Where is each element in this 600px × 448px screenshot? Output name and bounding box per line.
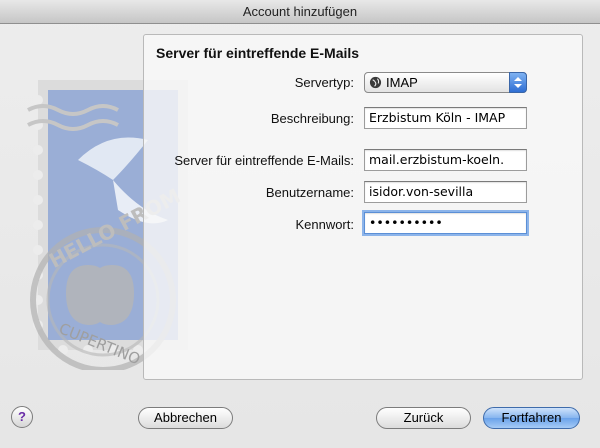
- account-dialog-window: Account hinzufügen HELLO FROM CUPERTINO …: [0, 0, 600, 448]
- back-button[interactable]: Zurück: [376, 407, 471, 429]
- panel-title: Server für eintreffende E-Mails: [156, 45, 360, 61]
- description-field[interactable]: Erzbistum Köln - IMAP: [364, 107, 527, 129]
- incoming-server-field[interactable]: mail.erzbistum-koeln.: [364, 149, 527, 171]
- server-type-label: Servertyp:: [294, 75, 354, 90]
- username-label: Benutzername:: [265, 185, 354, 200]
- server-type-popup[interactable]: IMAP: [364, 72, 527, 93]
- continue-button[interactable]: Fortfahren: [483, 407, 580, 429]
- password-field[interactable]: ••••••••••: [364, 212, 527, 234]
- popup-arrows-icon: [509, 72, 527, 93]
- window-title: Account hinzufügen: [0, 0, 600, 24]
- form-panel: Server für eintreffende E-Mails Serverty…: [143, 34, 583, 380]
- username-field[interactable]: isidor.von-sevilla: [364, 181, 527, 203]
- cancel-button[interactable]: Abbrechen: [138, 407, 233, 429]
- incoming-server-label: Server für eintreffende E-Mails:: [174, 153, 354, 168]
- description-label: Beschreibung:: [270, 111, 354, 126]
- password-label: Kennwort:: [295, 217, 354, 232]
- globe-icon: [369, 76, 382, 89]
- help-button[interactable]: ?: [11, 406, 33, 428]
- server-type-value: IMAP: [386, 75, 418, 90]
